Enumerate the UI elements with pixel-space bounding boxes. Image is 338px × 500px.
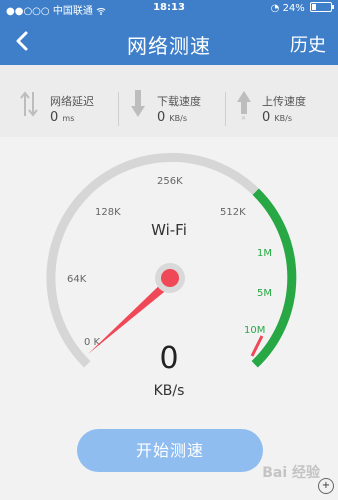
battery-percent: 24% — [282, 3, 305, 14]
status-bar: ●●○○○ 中国联通 18:13 ◔ 24% — [0, 0, 338, 17]
lock-rotation-icon: ◔ — [270, 3, 280, 14]
svg-text:✕: ✕ — [241, 115, 246, 121]
page-title: 网络测速 — [127, 34, 211, 58]
start-test-button[interactable]: 开始测速 — [77, 429, 263, 472]
download-arrow-icon — [130, 89, 146, 123]
current-speed-unit: KB/s — [153, 383, 185, 399]
connection-type: Wi-Fi — [151, 221, 187, 239]
download-value: 0 KB/s — [157, 110, 188, 125]
tick-label: 128K — [95, 207, 121, 218]
tick-label: 5M — [257, 288, 272, 299]
battery-icon — [310, 2, 334, 12]
tick-label: 512K — [220, 207, 246, 218]
latency-arrows-icon — [20, 90, 38, 122]
tick-label: 256K — [157, 176, 183, 187]
current-speed-value: 0 — [159, 341, 179, 376]
tick-label: 10M — [244, 325, 265, 336]
divider — [225, 92, 226, 126]
tick-label: 1M — [257, 248, 272, 259]
latency-value: 0 ms — [50, 110, 75, 125]
watermark: Bai 经验 — [262, 465, 320, 481]
zoom-icon[interactable]: + — [318, 478, 334, 494]
gauge-track — [46, 152, 259, 368]
upload-label: 上传速度 — [262, 95, 306, 108]
top-bar: ●●○○○ 中国联通 18:13 ◔ 24% 网络测速 历史 — [0, 0, 338, 65]
tick-label: 64K — [67, 274, 87, 285]
divider — [118, 92, 119, 126]
status-right: ◔ 24% — [270, 2, 334, 14]
upload-arrow-icon: ✕ — [236, 89, 252, 125]
latency-label: 网络延迟 — [50, 95, 94, 108]
upload-value: 0 KB/s — [262, 110, 293, 125]
metrics-row: 网络延迟 0 ms 下载速度 0 KB/s ✕ 上传速度 0 KB/s — [0, 65, 338, 137]
history-button[interactable]: 历史 — [290, 31, 326, 57]
download-label: 下载速度 — [157, 95, 201, 108]
